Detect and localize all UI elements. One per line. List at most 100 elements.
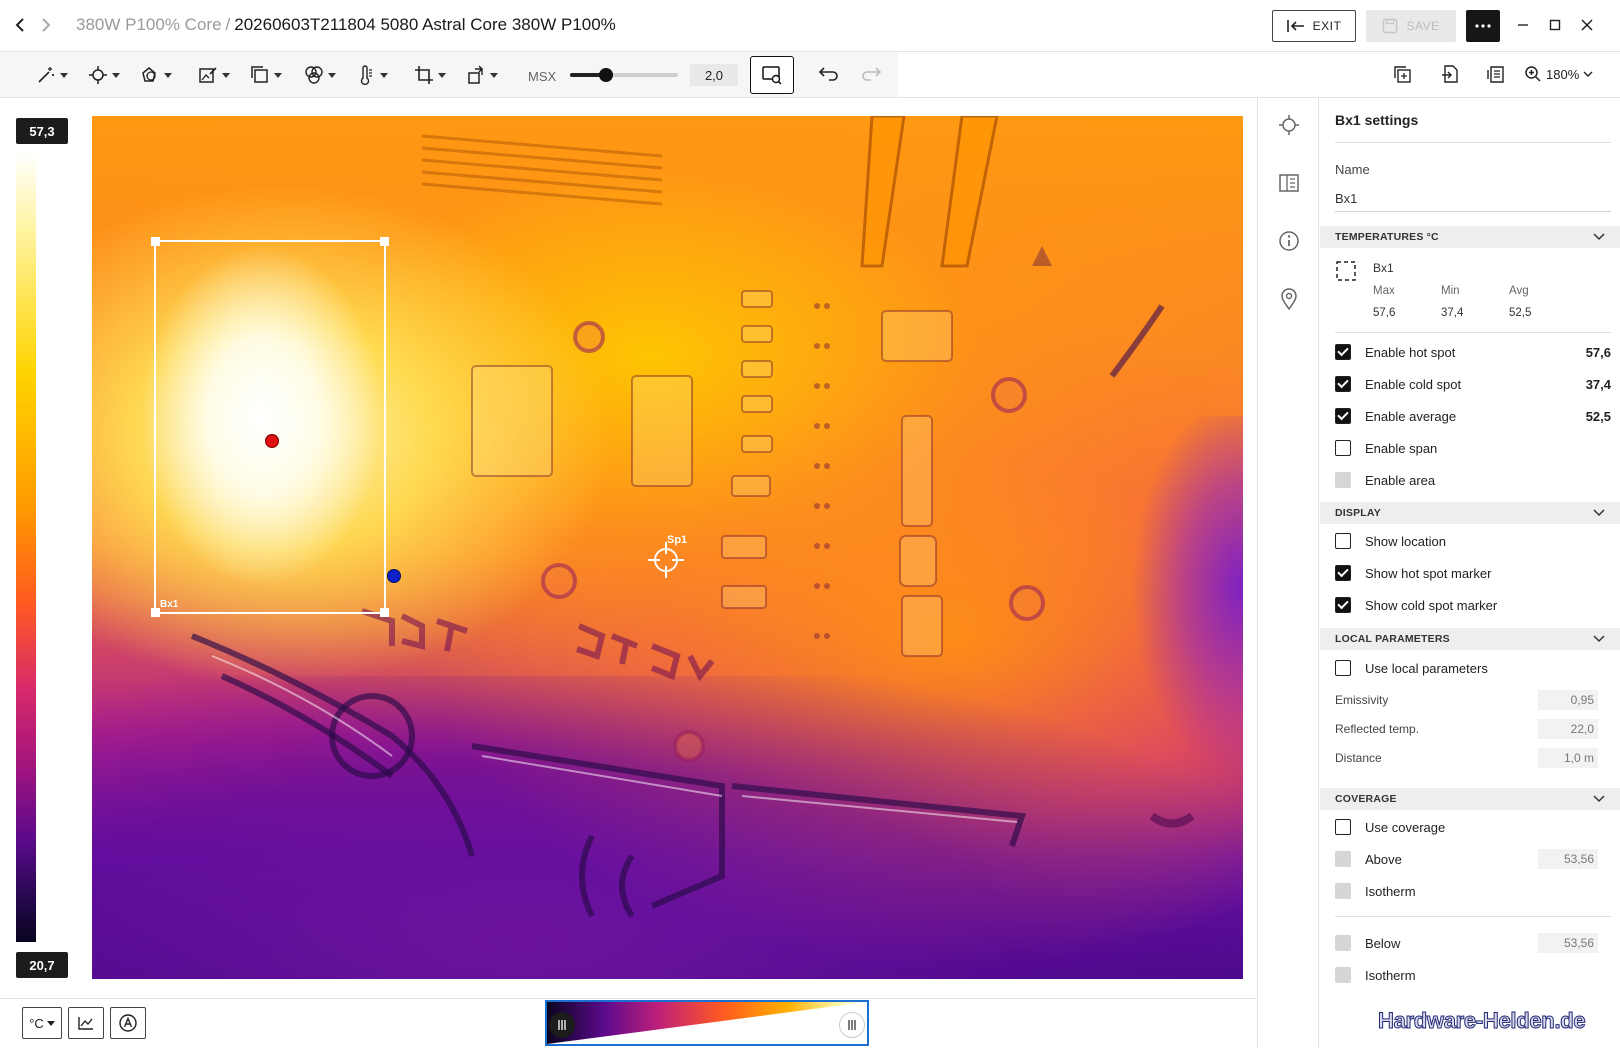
avg-header: Avg (1509, 285, 1529, 297)
above-value-field[interactable]: 53,56 (1538, 849, 1598, 869)
info-panel-button[interactable] (1276, 228, 1302, 254)
unit-selector[interactable]: °C (22, 1007, 62, 1039)
palette-tool[interactable] (304, 61, 336, 89)
emissivity-label: Emissivity (1335, 693, 1389, 707)
section-coverage[interactable]: COVERAGE (1320, 788, 1620, 810)
crop-tool[interactable] (414, 61, 446, 89)
use-local-parameters-row[interactable]: Use local parameters (1335, 657, 1611, 679)
breadcrumb-separator: / (225, 15, 231, 34)
save-button[interactable]: SAVE (1366, 10, 1456, 42)
cold-spot-value: 37,4 (1585, 376, 1611, 392)
msx-slider-thumb[interactable] (598, 68, 613, 82)
section-display[interactable]: DISPLAY (1320, 502, 1620, 524)
show-cold-spot-marker-checkbox[interactable] (1335, 597, 1351, 613)
enable-hot-spot-label: Enable hot spot (1365, 344, 1456, 360)
auto-measure-tool[interactable] (36, 61, 68, 89)
watermark-logo: Hardware-Helden.de (1377, 1008, 1586, 1034)
reflected-temp-field[interactable]: 22,0 (1538, 719, 1598, 739)
enable-average-row[interactable]: Enable average 52,5 (1335, 405, 1611, 427)
auto-adjust-button[interactable] (110, 1007, 146, 1039)
box-tool[interactable] (250, 61, 282, 89)
thermal-image[interactable]: Bx1 Sp1 (92, 116, 1243, 979)
info-icon (1279, 231, 1299, 251)
scale-max-value[interactable]: 57,3 (16, 118, 68, 144)
range-min-handle[interactable] (549, 1012, 575, 1038)
grip-icon (848, 1020, 856, 1030)
measurement-overlay-toggle[interactable] (750, 56, 794, 94)
distance-field[interactable]: 1,0 m (1538, 748, 1598, 768)
file-export-icon (1442, 65, 1458, 83)
box-measurement-icon (1336, 261, 1356, 281)
chevron-down-icon (438, 72, 446, 78)
msx-value[interactable]: 2,0 (690, 64, 738, 86)
enable-hot-spot-checkbox[interactable] (1335, 344, 1351, 360)
section-title: LOCAL PARAMETERS (1335, 633, 1450, 645)
show-hot-spot-marker-row[interactable]: Show hot spot marker (1335, 562, 1611, 584)
zoom-control[interactable]: 180% (1524, 65, 1593, 83)
section-local-parameters[interactable]: LOCAL PARAMETERS (1320, 628, 1620, 650)
close-button[interactable] (1576, 14, 1598, 36)
histogram-button[interactable] (68, 1007, 104, 1039)
shape-tool[interactable] (140, 61, 172, 89)
emissivity-field[interactable]: 0,95 (1538, 690, 1598, 710)
max-header: Max (1373, 285, 1395, 297)
enable-cold-spot-row[interactable]: Enable cold spot 37,4 (1335, 373, 1611, 395)
breadcrumb-folder[interactable]: 380W P100% Core (76, 15, 222, 34)
settings-panel: Bx1 settings Name TEMPERATURES °C Bx1 Ma… (1320, 98, 1620, 1048)
use-local-parameters-checkbox[interactable] (1335, 660, 1351, 676)
range-max-handle[interactable] (839, 1012, 865, 1038)
exit-button[interactable]: EXIT (1272, 10, 1356, 42)
show-location-checkbox[interactable] (1335, 533, 1351, 549)
below-value-field[interactable]: 53,56 (1538, 933, 1598, 953)
spot-tool[interactable] (88, 61, 120, 89)
export-button[interactable] (1440, 64, 1460, 89)
image-settings-panel-button[interactable] (1276, 170, 1302, 196)
resize-handle-top-left[interactable] (151, 237, 160, 246)
copy-image-icon (1394, 66, 1411, 83)
resize-handle-bottom-right[interactable] (380, 608, 389, 617)
report-button[interactable] (1486, 64, 1506, 89)
more-options-button[interactable] (1466, 10, 1500, 42)
enable-span-checkbox[interactable] (1335, 440, 1351, 456)
enable-cold-spot-checkbox[interactable] (1335, 376, 1351, 392)
measurement-box-bx1[interactable]: Bx1 (151, 237, 389, 617)
show-hot-spot-marker-checkbox[interactable] (1335, 565, 1351, 581)
location-panel-button[interactable] (1276, 286, 1302, 312)
temperature-scale-bar (16, 152, 36, 942)
thermal-cool-region-right (1102, 416, 1243, 776)
use-coverage-row[interactable]: Use coverage (1335, 816, 1611, 838)
measurements-panel-button[interactable] (1276, 112, 1302, 138)
duplicate-button[interactable] (1392, 64, 1412, 89)
enable-area-checkbox (1335, 472, 1351, 488)
redo-button[interactable] (860, 64, 882, 89)
enable-span-label: Enable span (1365, 440, 1438, 456)
isotherm-below-row: Isotherm (1335, 964, 1611, 986)
enable-span-row[interactable]: Enable span (1335, 437, 1611, 459)
enable-hot-spot-row[interactable]: Enable hot spot 57,6 (1335, 341, 1611, 363)
annotation-tool[interactable] (198, 61, 230, 89)
temperature-scale-tool[interactable] (356, 61, 388, 89)
use-coverage-checkbox[interactable] (1335, 819, 1351, 835)
hot-spot-marker (265, 434, 279, 448)
temperature-range-slider[interactable] (545, 1000, 869, 1046)
name-field[interactable] (1335, 186, 1611, 212)
minimize-button[interactable] (1512, 14, 1534, 36)
rotate-tool[interactable] (466, 61, 498, 89)
image-measure-icon (762, 66, 782, 85)
undo-button[interactable] (818, 64, 840, 89)
resize-handle-top-right[interactable] (380, 237, 389, 246)
enable-average-checkbox[interactable] (1335, 408, 1351, 424)
show-location-row[interactable]: Show location (1335, 530, 1611, 552)
map-pin-icon (1281, 288, 1297, 310)
msx-slider[interactable] (570, 68, 678, 82)
section-temperatures[interactable]: TEMPERATURES °C (1320, 226, 1620, 248)
show-cold-spot-marker-row[interactable]: Show cold spot marker (1335, 594, 1611, 616)
resize-handle-bottom-left[interactable] (151, 608, 160, 617)
maximize-button[interactable] (1544, 14, 1566, 36)
back-button[interactable] (8, 12, 32, 38)
forward-button[interactable] (34, 12, 58, 38)
below-label: Below (1365, 935, 1401, 951)
scale-min-value[interactable]: 20,7 (16, 952, 68, 978)
crosshair-icon (89, 66, 107, 84)
unit-label: °C (29, 1015, 44, 1031)
